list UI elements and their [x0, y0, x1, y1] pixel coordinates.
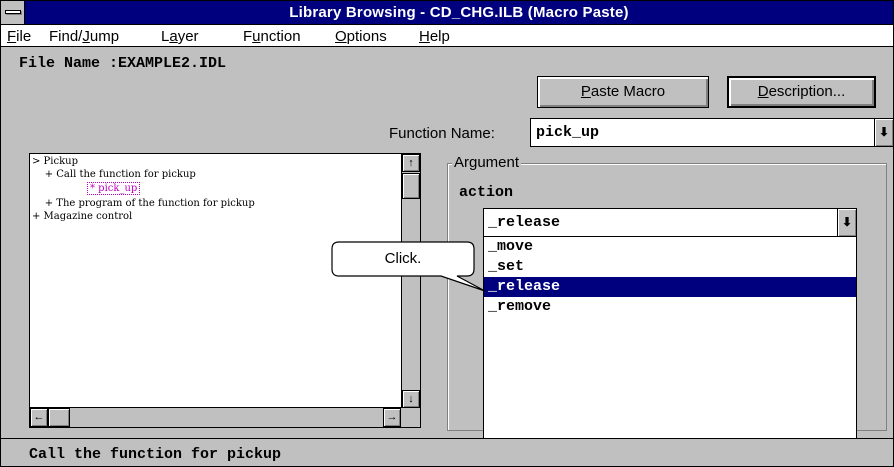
menu-bar: File Find/Jump Layer Function Options He…	[1, 25, 893, 47]
app-window: Library Browsing - CD_CHG.ILB (Macro Pas…	[0, 0, 894, 467]
left-arrow-icon[interactable]: ←	[30, 408, 48, 427]
file-name-label: File Name :EXAMPLE2.IDL	[19, 55, 227, 72]
action-combo[interactable]: _release ⬇	[483, 208, 857, 237]
tree-item[interactable]: > Pickup	[32, 156, 78, 167]
action-value: _release	[488, 214, 561, 231]
menu-options[interactable]: Options	[335, 28, 387, 45]
menu-function[interactable]: Function	[243, 28, 301, 45]
tree-item-selected[interactable]: * pick_up	[87, 182, 141, 195]
down-arrow-icon[interactable]: ⬇	[874, 119, 893, 146]
status-bar: Call the function for pickup	[1, 438, 893, 466]
down-arrow-icon[interactable]: ⬇	[837, 209, 856, 236]
tree-item[interactable]: + Call the function for pickup	[32, 169, 196, 180]
down-arrow-icon[interactable]: ↓	[402, 390, 420, 408]
action-option[interactable]: _remove	[484, 297, 856, 317]
description-button[interactable]: Description...	[727, 76, 876, 108]
scroll-thumb[interactable]	[48, 408, 70, 427]
menu-find-jump[interactable]: Find/Jump	[49, 28, 119, 45]
menu-help[interactable]: Help	[419, 28, 450, 45]
system-menu-icon	[5, 10, 21, 14]
action-dropdown-list[interactable]: _move _set _release _remove	[483, 236, 857, 439]
tree-item[interactable]: + The program of the function for pickup	[32, 198, 255, 209]
system-menu-button[interactable]	[1, 1, 25, 24]
argument-group-title: Argument	[452, 154, 522, 171]
paste-macro-button[interactable]: Paste Macro	[537, 76, 709, 108]
action-option[interactable]: _set	[484, 257, 856, 277]
tree-item[interactable]: + Magazine control	[32, 211, 132, 222]
scroll-thumb[interactable]	[402, 173, 420, 199]
up-arrow-icon[interactable]: ↑	[402, 154, 420, 172]
action-label: action	[459, 184, 514, 201]
click-callout: Click.	[331, 241, 486, 292]
function-name-label: Function Name:	[389, 125, 495, 142]
title-bar: Library Browsing - CD_CHG.ILB (Macro Pas…	[1, 1, 893, 25]
window-title: Library Browsing - CD_CHG.ILB (Macro Pas…	[289, 4, 629, 21]
action-option[interactable]: _move	[484, 237, 856, 257]
callout-text: Click.	[384, 250, 422, 267]
function-name-value: pick_up	[536, 124, 600, 141]
function-name-combo[interactable]: pick_up ⬇	[530, 118, 894, 147]
menu-layer[interactable]: Layer	[161, 28, 199, 45]
scroll-corner	[400, 407, 420, 427]
menu-file[interactable]: File	[7, 28, 31, 45]
action-option-selected[interactable]: _release	[484, 277, 856, 297]
right-arrow-icon[interactable]: →	[383, 408, 401, 427]
status-text: Call the function for pickup	[29, 446, 282, 463]
horizontal-scrollbar[interactable]: ← →	[30, 407, 401, 427]
